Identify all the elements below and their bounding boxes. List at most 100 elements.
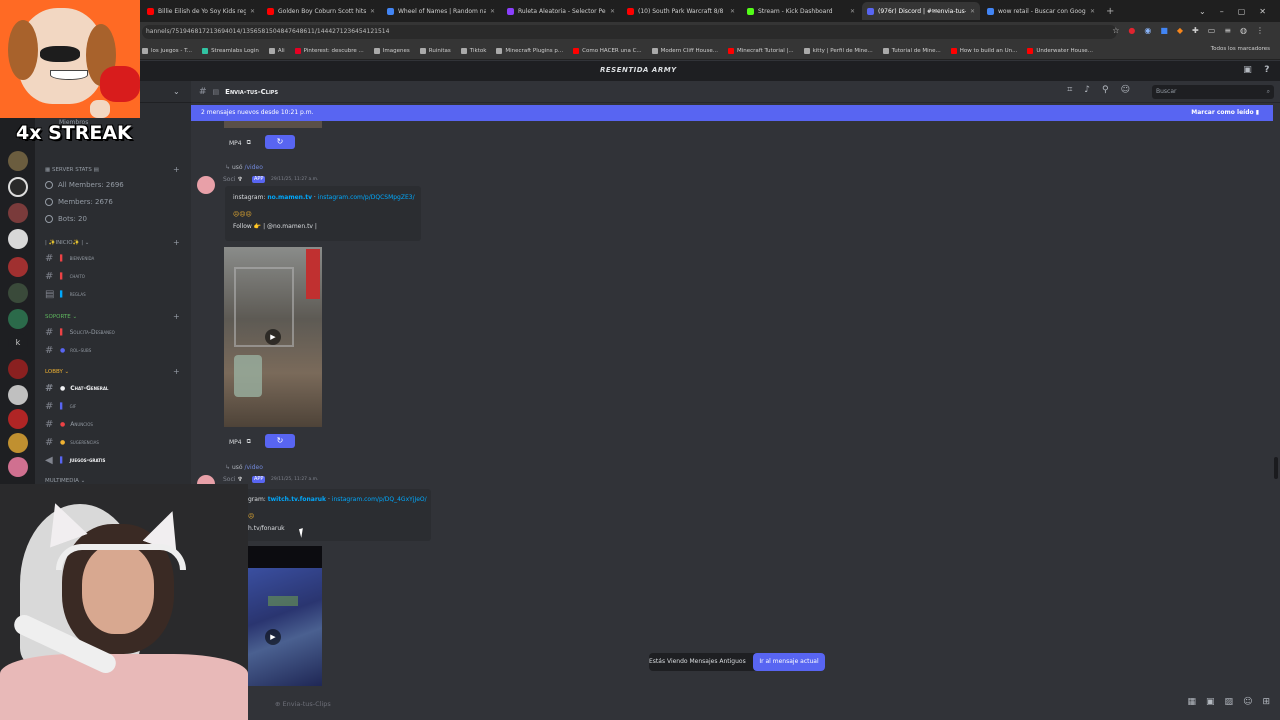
channel-rol-subs[interactable]: # ● rol-subs: [45, 345, 91, 356]
bookmark-item[interactable]: Pinterest: descubre ...: [294, 47, 364, 54]
mp4-download-link[interactable]: MP4 ⧉: [229, 438, 251, 446]
browser-tab[interactable]: (976r) Discord | #✉envia-tus- ✕: [862, 2, 980, 20]
bot-avatar[interactable]: [197, 176, 215, 194]
message-composer[interactable]: ⊕ Envia-tus-Clips ▦ ▣ ▨ ☺ ⊞: [191, 691, 1280, 720]
scrollbar-thumb[interactable]: [1274, 457, 1278, 479]
bookmark-item[interactable]: Como HACER una C...: [573, 47, 642, 54]
browser-tab[interactable]: Wheel of Names | Random nam ✕: [382, 2, 500, 20]
tab-close-icon[interactable]: ✕: [970, 8, 975, 15]
bookmark-item[interactable]: kitty | Perfil de Mine...: [803, 47, 873, 54]
server-icon[interactable]: [8, 385, 28, 405]
channel-bienvenida[interactable]: # ▌ bienvenida: [45, 253, 94, 264]
tab-close-icon[interactable]: ✕: [850, 8, 855, 15]
apps-icon[interactable]: ⊞: [1262, 697, 1270, 707]
sidebar-icon[interactable]: ▭: [1208, 26, 1216, 35]
browser-tab[interactable]: wow retail - Buscar con Google ✕: [982, 2, 1100, 20]
close-window-icon[interactable]: ✕: [1259, 7, 1266, 16]
gif-icon[interactable]: ▣: [1206, 697, 1215, 707]
bookmark-item[interactable]: Ali: [268, 47, 285, 54]
notification-bell-icon[interactable]: ♪: [1084, 85, 1090, 95]
all-bookmarks-link[interactable]: Todos los marcadores: [1211, 46, 1270, 52]
tab-search-icon[interactable]: ⌄: [1199, 7, 1206, 16]
embed-source-line[interactable]: gram: twitch.tv.fonaruk · instagram.com/…: [248, 496, 427, 503]
browser-tab[interactable]: Stream - Kick Dashboard ✕: [742, 2, 860, 20]
menu-lines-icon[interactable]: ≡: [1224, 26, 1231, 35]
bookmark-item[interactable]: Ruinitas: [419, 47, 451, 54]
scrollbar[interactable]: [1273, 121, 1279, 691]
member-list-icon[interactable]: ☺: [1121, 85, 1130, 95]
emoji-picker-icon[interactable]: ☺: [1243, 697, 1252, 707]
server-icon[interactable]: k: [8, 333, 28, 353]
puzzle-extension-icon[interactable]: ✚: [1192, 26, 1199, 35]
category-inicio[interactable]: | ✨INICIO✨ | ⌄: [45, 240, 89, 246]
bot-username[interactable]: Soci ♆: [223, 176, 243, 183]
stat-bots[interactable]: Bots: 20: [45, 215, 87, 223]
help-icon[interactable]: ?: [1264, 65, 1270, 75]
server-icon[interactable]: [8, 151, 28, 171]
server-icon[interactable]: [8, 283, 28, 303]
browser-tab[interactable]: Billie Eilish de Yo Soy Kids reg ✕: [142, 2, 260, 20]
tab-close-icon[interactable]: ✕: [1090, 8, 1095, 15]
bookmark-item[interactable]: Underwater House...: [1027, 47, 1093, 54]
server-icon[interactable]: [8, 433, 28, 453]
bookmark-item[interactable]: Modern Cliff House...: [651, 47, 718, 54]
add-channel-icon[interactable]: +: [173, 312, 180, 321]
server-icon[interactable]: [8, 457, 28, 477]
server-icon[interactable]: [8, 177, 28, 197]
tab-close-icon[interactable]: ✕: [250, 8, 255, 15]
stat-members[interactable]: Members: 2676: [45, 198, 113, 206]
bookmark-item[interactable]: Tutorial de Mine...: [882, 47, 941, 54]
refresh-button[interactable]: ↻: [265, 434, 295, 448]
metamask-extension-icon[interactable]: ◆: [1177, 26, 1183, 35]
video-thumbnail[interactable]: ▶: [248, 546, 322, 686]
opera-extension-icon[interactable]: ●: [1128, 26, 1135, 35]
minimize-icon[interactable]: –: [1220, 7, 1224, 16]
pin-icon[interactable]: ⚲: [1102, 85, 1109, 95]
channel-chat-general[interactable]: # ● Chat-General: [45, 383, 108, 394]
tab-close-icon[interactable]: ✕: [730, 8, 735, 15]
tab-close-icon[interactable]: ✕: [610, 8, 615, 15]
bookmark-item[interactable]: Streamlabs Login: [202, 47, 259, 54]
channel-gif[interactable]: # ▌ gif: [45, 401, 76, 412]
browser-tab[interactable]: Ruleta Aleatoria - Selector Per ✕: [502, 2, 620, 20]
mp4-download-link[interactable]: MP4 ⧉: [229, 139, 251, 147]
more-menu-icon[interactable]: ⋮: [1256, 26, 1264, 35]
play-icon[interactable]: ▶: [265, 629, 281, 645]
refresh-button[interactable]: ↻: [265, 135, 295, 149]
channel-juegos-gratis[interactable]: ◀ ▌ juegos-gratis: [45, 455, 105, 466]
bookmark-item[interactable]: Imagenes: [373, 47, 410, 54]
bookmark-item[interactable]: How to build an Un...: [950, 47, 1017, 54]
server-icon[interactable]: [8, 229, 28, 249]
bookmark-star-icon[interactable]: ☆: [1112, 26, 1119, 35]
server-icon[interactable]: [8, 359, 28, 379]
video-thumbnail-partial[interactable]: [224, 121, 322, 128]
search-input[interactable]: Buscar ⌕: [1152, 85, 1274, 99]
inbox-icon[interactable]: ▣: [1243, 65, 1252, 75]
chevron-down-icon[interactable]: ⌄: [173, 87, 180, 96]
mark-as-read-button[interactable]: Marcar como leído ▮: [1191, 105, 1259, 121]
channel-sugerencias[interactable]: # ● sugerencias: [45, 437, 99, 448]
tab-close-icon[interactable]: ✕: [370, 8, 375, 15]
extension-icon[interactable]: ■: [1160, 26, 1168, 35]
add-channel-icon[interactable]: +: [173, 238, 180, 247]
maximize-icon[interactable]: ▢: [1238, 7, 1246, 16]
stat-all-members[interactable]: All Members: 2696: [45, 181, 124, 189]
profile-avatar-icon[interactable]: ◍: [1240, 26, 1247, 35]
bookmark-item[interactable]: los juegos - T...: [142, 47, 192, 54]
translate-extension-icon[interactable]: ◉: [1144, 26, 1151, 35]
channel-reglas[interactable]: ▤ ▌ reglas: [45, 289, 86, 300]
browser-tab[interactable]: (10) South Park Warcraft 8/8 ✕: [622, 2, 740, 20]
channel-chaito[interactable]: # ▌ chaito: [45, 271, 85, 282]
video-thumbnail[interactable]: ▶: [224, 247, 322, 427]
bookmark-item[interactable]: Minecraft Tutorial |...: [727, 47, 794, 54]
server-icon[interactable]: [8, 257, 28, 277]
category-lobby[interactable]: LOBBY ⌄: [45, 369, 69, 375]
browser-tab[interactable]: Golden Boy Coburn Scott hits fu ✕: [262, 2, 380, 20]
play-icon[interactable]: ▶: [265, 329, 281, 345]
category-soporte[interactable]: SOPORTE ⌄: [45, 314, 77, 320]
jump-to-present-button[interactable]: Ir al mensaje actual: [753, 653, 825, 671]
tab-close-icon[interactable]: ✕: [490, 8, 495, 15]
bot-username[interactable]: Soci ♆: [223, 476, 243, 483]
category-server-stats[interactable]: ▦ SERVER STATS ▤: [45, 167, 99, 173]
new-tab-button[interactable]: +: [1106, 6, 1114, 17]
